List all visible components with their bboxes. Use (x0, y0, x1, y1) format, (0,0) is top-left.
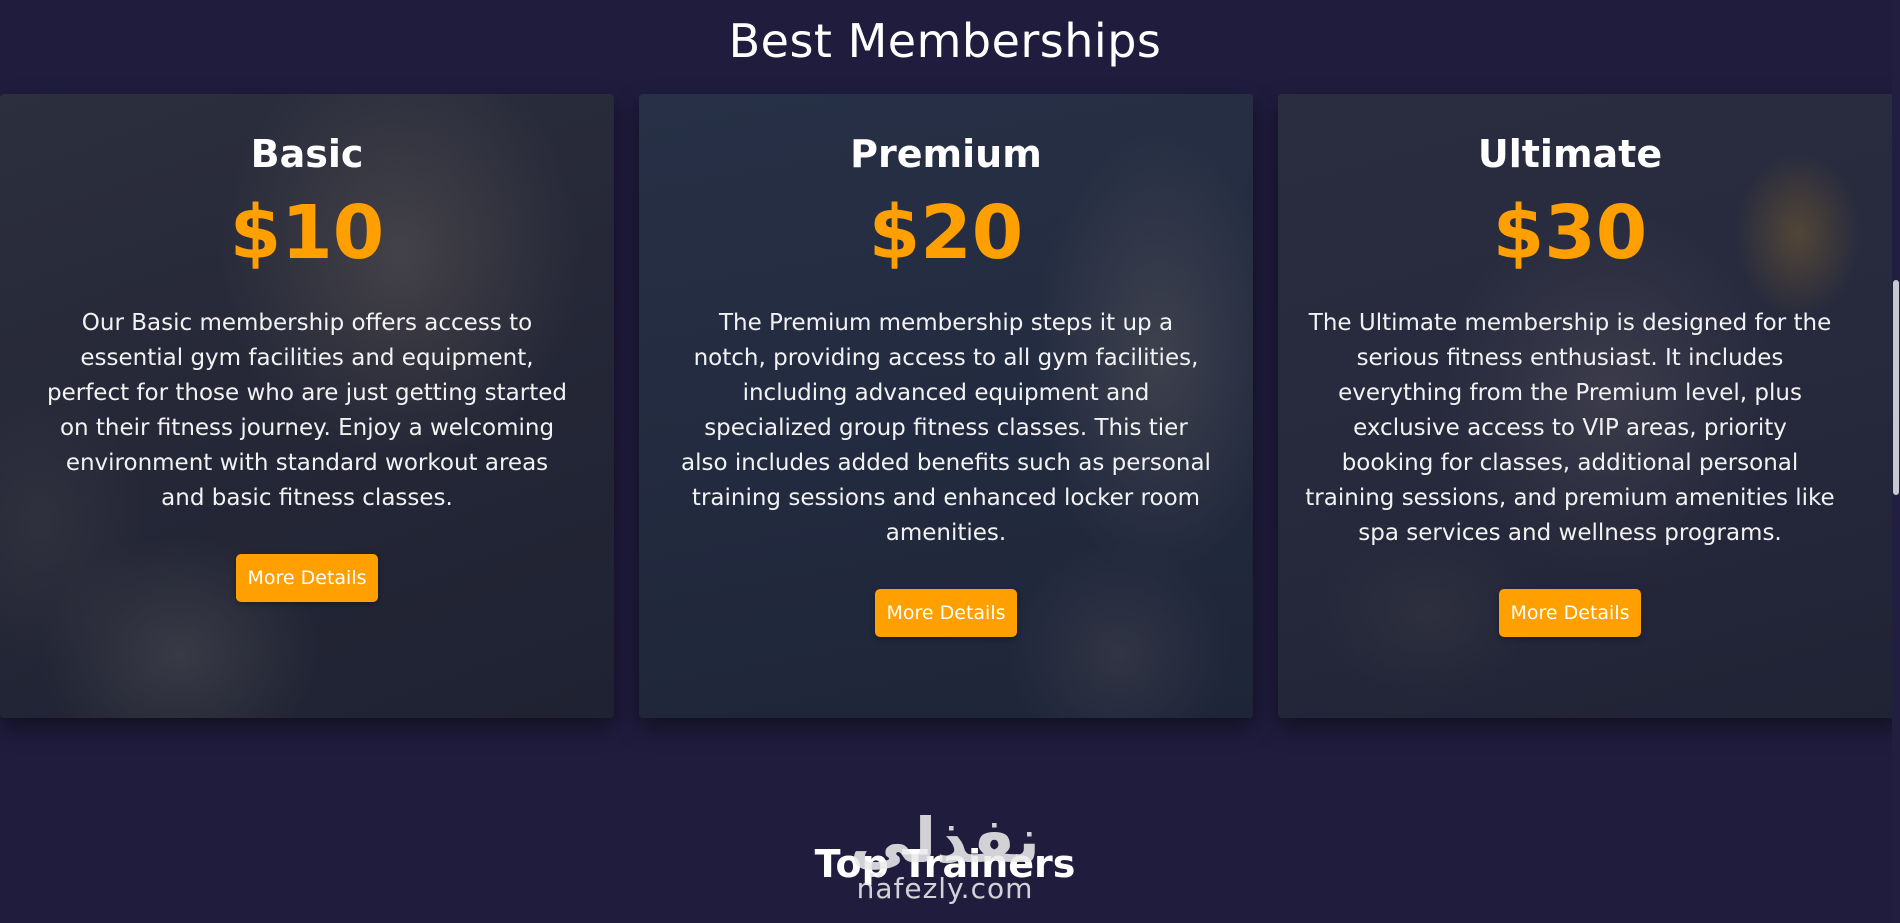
plan-description: Our Basic membership offers access to es… (46, 310, 567, 511)
plan-description: The Ultimate membership is designed for … (1305, 310, 1835, 546)
watermark-logo: نفذلي (850, 804, 1040, 877)
watermark: نفذلي nafezly.com (830, 804, 1060, 906)
plan-name: Basic (250, 132, 364, 176)
page-scrollbar[interactable] (1892, 0, 1900, 923)
watermark-url: nafezly.com (856, 872, 1034, 905)
plan-description: The Premium membership steps it up a not… (681, 310, 1211, 546)
section-title: Best Memberships (728, 14, 1162, 68)
plan-price: $30 (1492, 190, 1648, 276)
page: Best Memberships Basic $10 Our Basic mem… (0, 0, 1900, 923)
more-details-button-ultimate[interactable]: More Details (1499, 589, 1641, 637)
more-details-button-basic[interactable]: More Details (236, 554, 378, 602)
plan-name: Premium (850, 132, 1042, 176)
plan-price: $20 (868, 190, 1024, 276)
more-details-button-premium[interactable]: More Details (875, 589, 1017, 637)
plan-name: Ultimate (1477, 132, 1663, 176)
plan-price: $10 (229, 190, 385, 276)
membership-card-ultimate: Ultimate $30 The Ultimate membership is … (1278, 94, 1900, 718)
scrollbar-thumb[interactable] (1893, 280, 1899, 495)
membership-card-premium: Premium $20 The Premium membership steps… (639, 94, 1253, 718)
membership-card-basic: Basic $10 Our Basic membership offers ac… (0, 94, 614, 718)
